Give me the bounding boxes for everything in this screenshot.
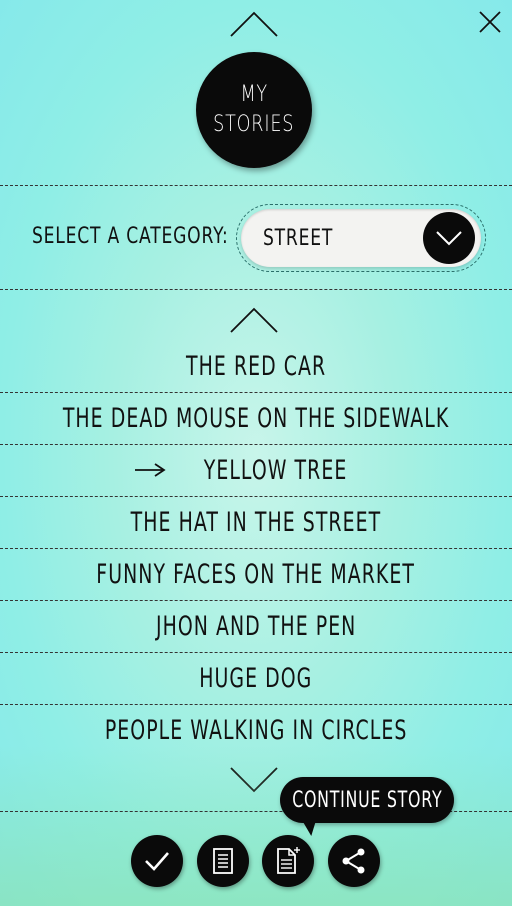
divider [0, 600, 512, 601]
chevron-down-icon [436, 231, 462, 246]
story-title: PEOPLE WALKING IN CIRCLES [104, 714, 408, 746]
divider [0, 444, 512, 445]
continue-story-tooltip: CONTINUE STORY [280, 777, 454, 823]
divider [0, 185, 512, 186]
list-item[interactable]: THE DEAD MOUSE ON THE SIDEWALK [0, 392, 512, 444]
list-item[interactable]: THE HAT IN THE STREET [0, 496, 512, 548]
divider [0, 392, 512, 393]
close-icon[interactable] [478, 10, 502, 34]
list-item[interactable]: THE RED CAR [0, 340, 512, 392]
story-title: THE DEAD MOUSE ON THE SIDEWALK [62, 402, 450, 434]
page-title-line-2: STORIES [213, 112, 295, 137]
share-icon [342, 848, 365, 874]
divider [0, 548, 512, 549]
story-title: THE RED CAR [185, 350, 327, 382]
page-title-line-1: MY [240, 82, 268, 107]
view-story-button[interactable] [197, 835, 249, 887]
story-title: YELLOW TREE [204, 454, 348, 486]
chevron-down-icon[interactable] [229, 766, 279, 794]
divider [0, 652, 512, 653]
list-item[interactable]: PEOPLE WALKING IN CIRCLES [0, 704, 512, 756]
divider [0, 704, 512, 705]
chevron-up-icon[interactable] [229, 306, 279, 334]
continue-story-button[interactable] [262, 835, 314, 887]
check-icon [145, 852, 169, 871]
list-item[interactable]: HUGE DOG [0, 652, 512, 704]
chevron-up-icon[interactable] [229, 10, 279, 38]
confirm-button[interactable] [131, 835, 183, 887]
category-select-value: STREET [263, 225, 334, 251]
list-item[interactable]: JHON AND THE PEN [0, 600, 512, 652]
category-label: SELECT A CATEGORY: [32, 224, 229, 249]
story-title: THE HAT IN THE STREET [130, 506, 382, 538]
page-title: MY STORIES [196, 52, 312, 168]
story-title: HUGE DOG [199, 662, 313, 694]
divider [0, 496, 512, 497]
story-title: FUNNY FACES ON THE MARKET [96, 558, 416, 590]
share-button[interactable] [328, 835, 380, 887]
category-select[interactable]: STREET [236, 204, 486, 272]
divider [0, 289, 512, 290]
list-item-selected[interactable]: YELLOW TREE [0, 444, 512, 496]
list-item[interactable]: FUNNY FACES ON THE MARKET [0, 548, 512, 600]
tooltip-tail [300, 818, 320, 836]
tooltip-text: CONTINUE STORY [291, 787, 443, 813]
story-title: JHON AND THE PEN [155, 610, 357, 642]
document-icon [213, 848, 233, 874]
category-dropdown-button[interactable] [423, 212, 475, 264]
arrow-right-icon [135, 463, 167, 477]
new-document-icon [277, 847, 300, 874]
